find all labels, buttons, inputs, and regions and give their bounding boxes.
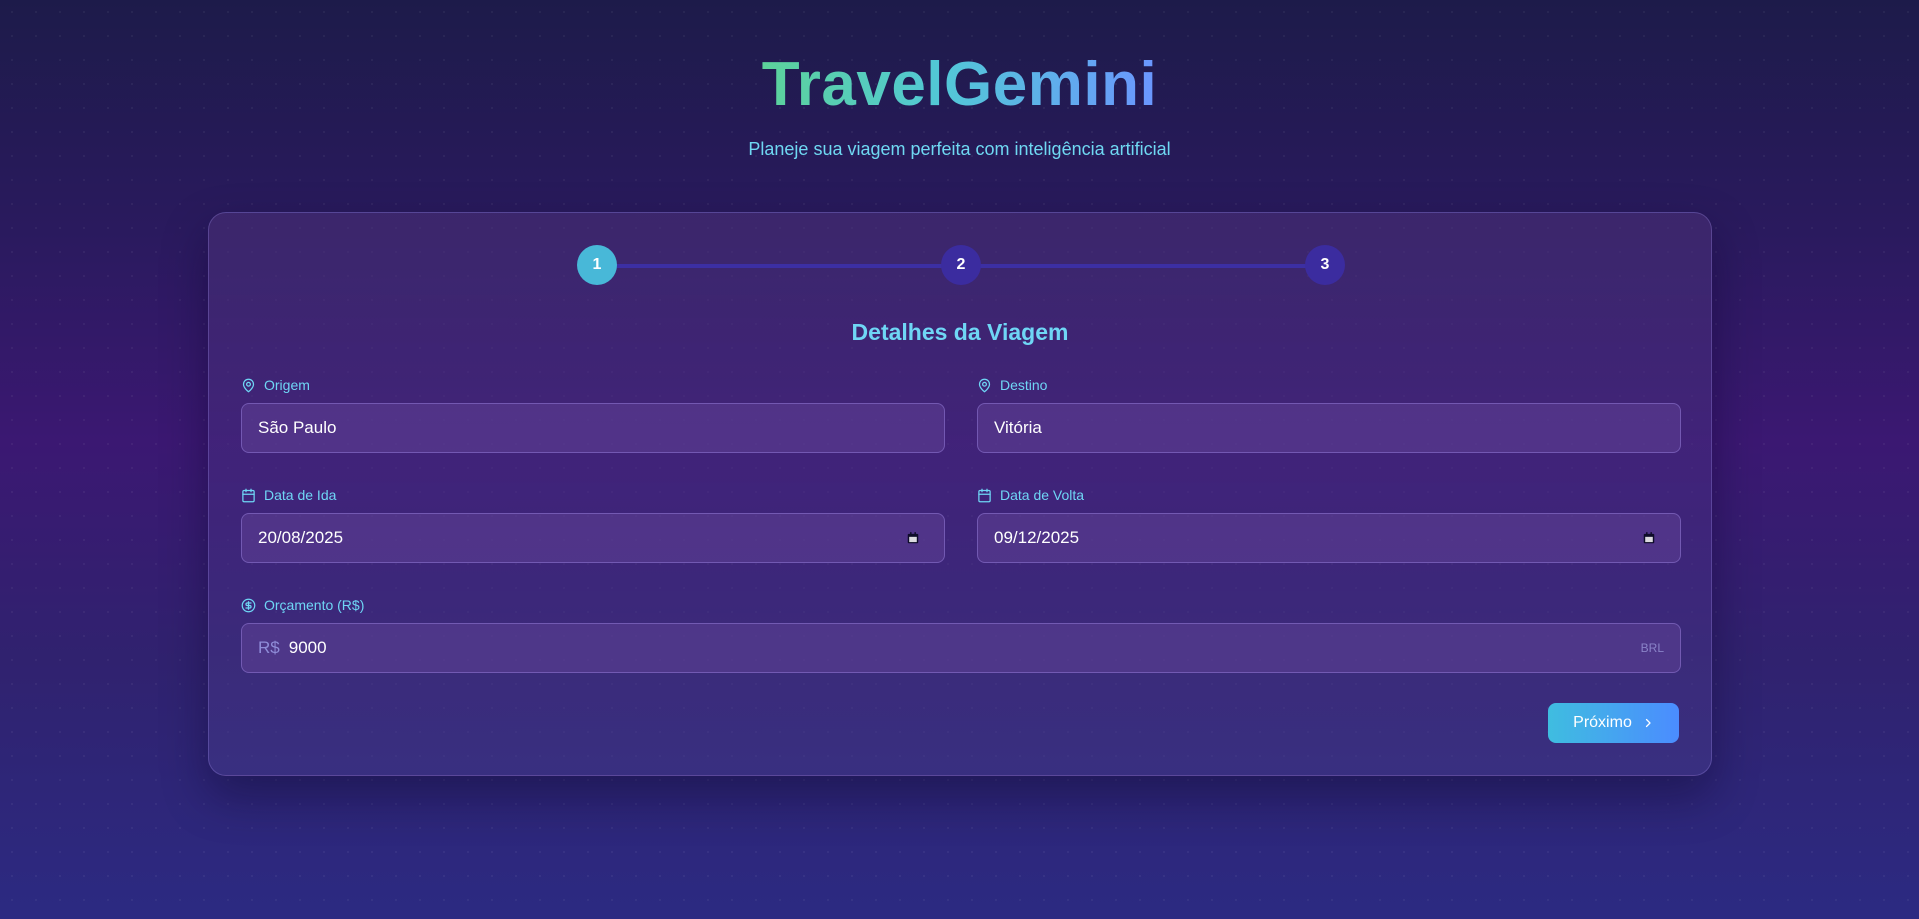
stepper-connector	[961, 264, 1325, 268]
page-subtitle: Planeje sua viagem perfeita com inteligê…	[748, 139, 1171, 159]
map-pin-icon	[978, 378, 991, 392]
budget-value[interactable]: 9000	[289, 638, 1641, 658]
dollar-circle-icon	[241, 598, 256, 612]
departure-date-field-group: Data de Ida 20/08/2025	[241, 485, 945, 563]
map-pin-icon	[242, 378, 255, 392]
calendar-icon	[242, 488, 255, 502]
calendar-picker-icon[interactable]	[1642, 531, 1656, 545]
departure-date-input[interactable]: 20/08/2025	[241, 513, 945, 563]
step-3-indicator[interactable]: 3	[1305, 245, 1345, 285]
destination-value[interactable]: Vitória	[994, 418, 1664, 438]
return-date-label-text: Data de Volta	[1000, 487, 1085, 503]
currency-prefix: R$	[258, 638, 280, 657]
departure-date-label: Data de Ida	[241, 485, 945, 505]
origin-value[interactable]: São Paulo	[258, 418, 928, 438]
next-button-label: Próximo	[1573, 714, 1632, 731]
departure-date-value[interactable]: 20/08/2025	[258, 528, 906, 548]
next-button[interactable]: Próximo	[1548, 703, 1679, 743]
step-2-indicator[interactable]: 2	[941, 245, 981, 285]
budget-field-group: Orçamento (R$) R$ 9000 BRL	[241, 595, 1681, 673]
return-date-input[interactable]: 09/12/2025	[977, 513, 1681, 563]
step-1-indicator[interactable]: 1	[577, 245, 617, 285]
stepper-connector	[597, 264, 961, 268]
origin-label: Origem	[241, 375, 945, 395]
return-date-value[interactable]: 09/12/2025	[994, 528, 1642, 548]
origin-field-group: Origem São Paulo	[241, 375, 945, 453]
departure-date-label-text: Data de Ida	[264, 487, 337, 503]
return-date-label: Data de Volta	[977, 485, 1681, 505]
destination-label-text: Destino	[1000, 377, 1048, 393]
progress-stepper: 1 2 3	[577, 245, 1345, 285]
section-title: Detalhes da Viagem	[851, 319, 1069, 345]
budget-label-text: Orçamento (R$)	[264, 597, 365, 613]
destination-input[interactable]: Vitória	[977, 403, 1681, 453]
calendar-picker-icon[interactable]	[906, 531, 920, 545]
origin-input[interactable]: São Paulo	[241, 403, 945, 453]
destination-label: Destino	[977, 375, 1681, 395]
page-title: TravelGemini	[0, 48, 1919, 122]
budget-input[interactable]: R$ 9000 BRL	[241, 623, 1681, 673]
trip-form-card: 1 2 3 Detalhes da Viagem Origem São Paul…	[208, 212, 1712, 776]
budget-label: Orçamento (R$)	[241, 595, 1681, 615]
origin-label-text: Origem	[264, 377, 310, 393]
return-date-field-group: Data de Volta 09/12/2025	[977, 485, 1681, 563]
calendar-icon	[978, 488, 991, 502]
currency-suffix: BRL	[1640, 641, 1664, 655]
destination-field-group: Destino Vitória	[977, 375, 1681, 453]
app-title-text: TravelGemini	[761, 50, 1158, 119]
chevron-right-icon	[1645, 718, 1651, 728]
